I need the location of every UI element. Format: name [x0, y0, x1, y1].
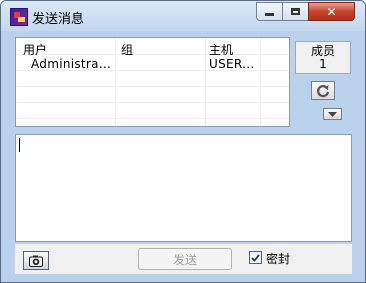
maximize-icon [291, 8, 300, 15]
seal-checkbox-label[interactable]: 密封 [266, 250, 290, 267]
member-count-panel: 成员 1 [295, 41, 351, 74]
refresh-icon [316, 84, 330, 97]
window-title: 发送消息 [32, 12, 85, 27]
table-header-row [16, 38, 289, 55]
text-caret [19, 138, 20, 152]
table-row-empty [16, 70, 289, 87]
send-message-window: 发送消息 ✕ 用户 组 主机 Administra... USER... 成员 … [0, 0, 366, 283]
column-divider [115, 38, 116, 126]
column-header-host[interactable]: 主机 [209, 41, 233, 58]
column-header-group[interactable]: 组 [121, 41, 133, 58]
checkmark-icon [251, 253, 260, 262]
app-icon [10, 8, 28, 26]
camera-icon [29, 255, 43, 267]
member-label: 成员 [310, 44, 335, 58]
title-bar[interactable]: 发送消息 ✕ [1, 1, 365, 31]
column-header-user[interactable]: 用户 [23, 41, 47, 58]
close-icon: ✕ [326, 4, 337, 19]
send-button[interactable]: 发送 [138, 248, 232, 270]
refresh-button[interactable] [311, 81, 335, 100]
minimize-button[interactable] [256, 2, 283, 21]
message-input[interactable] [15, 134, 352, 242]
user-list-table[interactable]: 用户 组 主机 Administra... USER... [15, 37, 290, 127]
screenshot-button[interactable] [23, 251, 49, 270]
column-divider [205, 38, 206, 126]
member-count: 1 [319, 57, 327, 71]
cell-user: Administra... [31, 57, 112, 71]
table-row-empty [16, 102, 289, 119]
close-button[interactable]: ✕ [308, 2, 355, 21]
options-dropdown-button[interactable] [323, 108, 342, 120]
maximize-button[interactable] [282, 2, 309, 21]
bottom-toolbar: 发送 密封 [15, 244, 352, 274]
seal-checkbox[interactable] [249, 251, 262, 264]
minimize-icon [265, 13, 274, 16]
triangle-down-icon [328, 111, 337, 117]
cell-host: USER... [209, 57, 255, 71]
column-divider [260, 38, 261, 126]
table-row-empty [16, 86, 289, 103]
